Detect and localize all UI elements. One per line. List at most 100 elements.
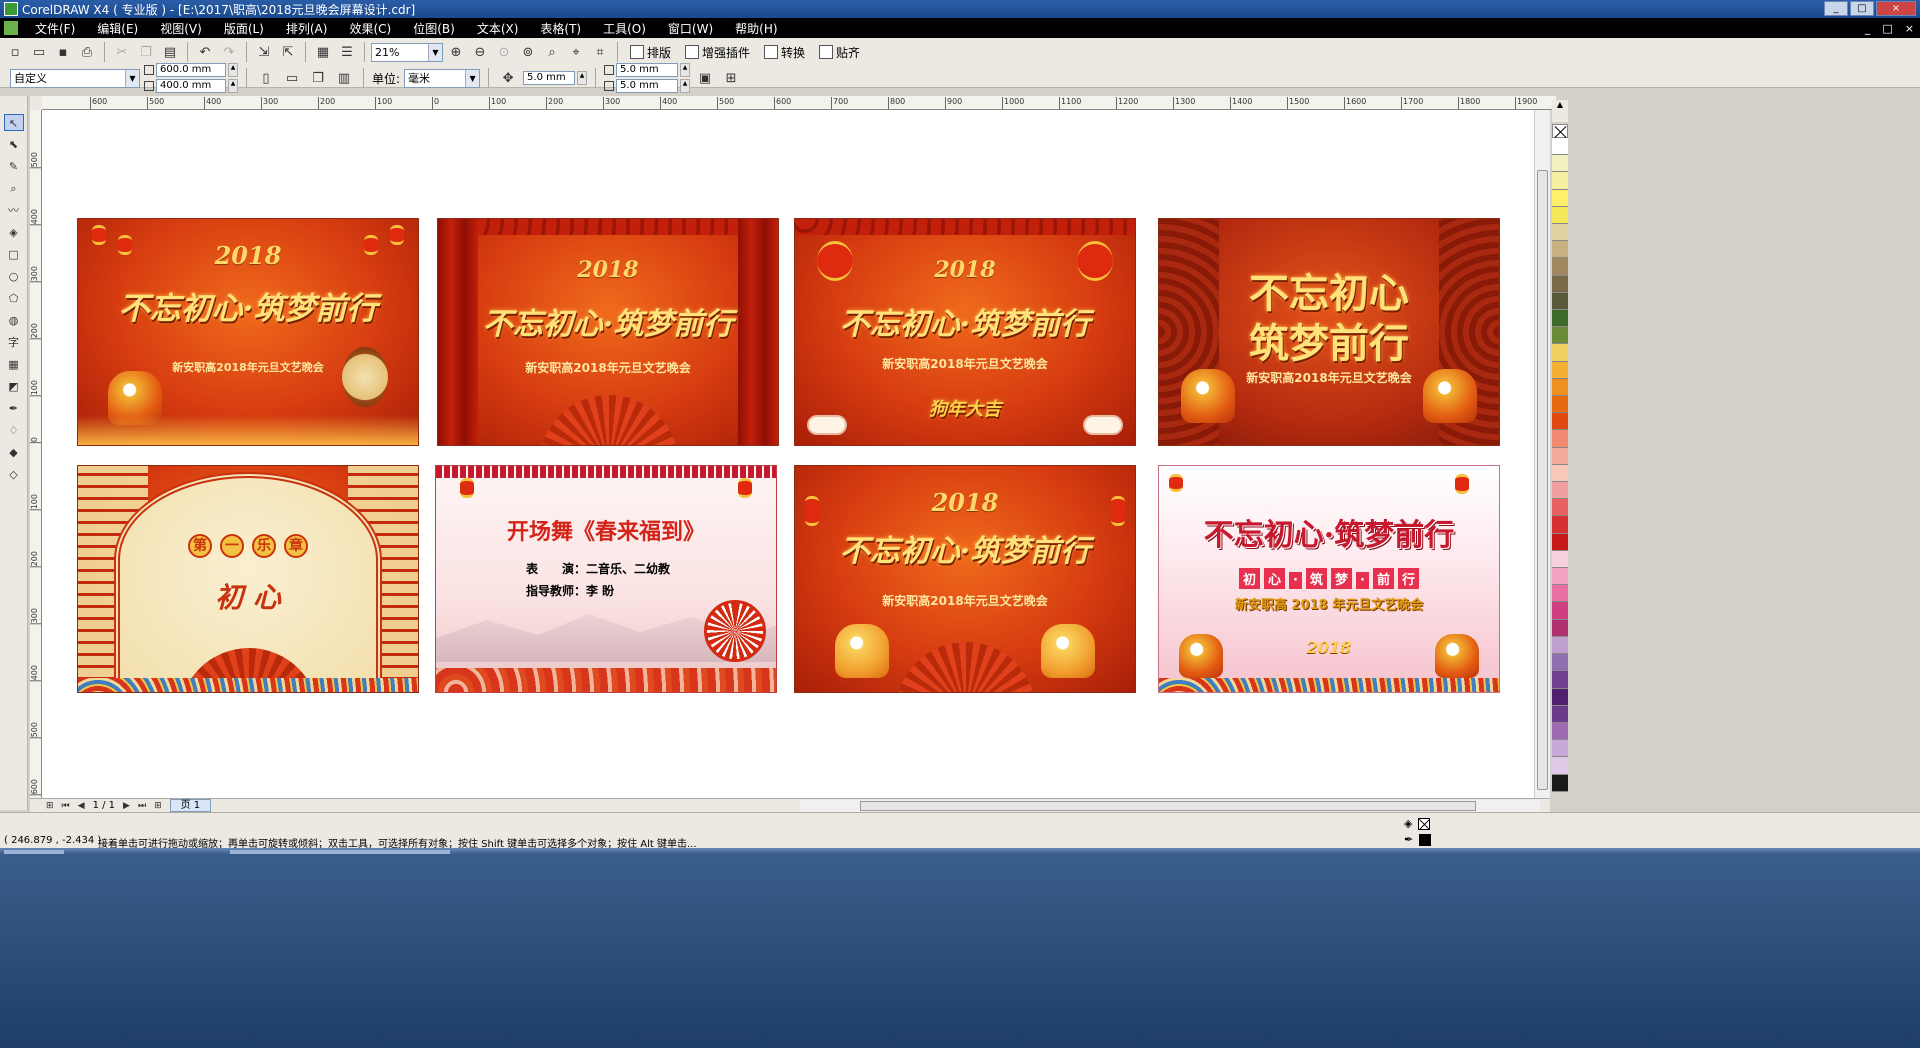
enhance-plugin-button[interactable]: 增强插件: [679, 44, 756, 61]
menu-arrange[interactable]: 排列(A): [275, 20, 339, 37]
doc-close-button[interactable]: ×: [1905, 22, 1914, 35]
minimize-button[interactable]: _: [1824, 1, 1848, 16]
slide-3[interactable]: 2018 不忘初心·筑梦前行 新安职高2018年元旦文艺晚会 狗年大吉: [794, 218, 1136, 446]
color-swatch[interactable]: [1552, 654, 1568, 672]
zoom-out-icon[interactable]: ⊖: [469, 41, 491, 63]
menu-view[interactable]: 视图(V): [149, 20, 213, 37]
color-swatch[interactable]: [1552, 464, 1568, 483]
paste-icon[interactable]: ▤: [159, 41, 181, 63]
horizontal-scrollbar[interactable]: [800, 800, 1540, 812]
color-swatch[interactable]: [1552, 671, 1568, 689]
unit-select[interactable]: 毫米 ▼: [404, 68, 481, 88]
fill-tool-icon[interactable]: ◆: [4, 444, 24, 461]
ruler-corner[interactable]: [30, 96, 42, 110]
add-page-icon[interactable]: ⊞: [46, 801, 54, 811]
color-swatch[interactable]: [1552, 533, 1568, 551]
zoom-height-icon[interactable]: ⌗: [589, 41, 611, 63]
slide-1[interactable]: 2018 不忘初心·筑梦前行 新安职高2018年元旦文艺晚会: [77, 218, 419, 446]
menu-window[interactable]: 窗口(W): [657, 20, 724, 37]
copy-icon[interactable]: ❐: [135, 41, 157, 63]
interactive-fill-icon[interactable]: ◇: [4, 466, 24, 483]
new-icon[interactable]: ▫: [4, 41, 26, 63]
print-icon[interactable]: ⎙: [76, 41, 98, 63]
horizontal-ruler[interactable]: 600 500 400 300 200 100 0 100 200 300 40…: [42, 96, 1556, 110]
color-swatch[interactable]: [1552, 224, 1568, 242]
zoom-page-icon[interactable]: ⌕: [541, 41, 563, 63]
color-swatch[interactable]: [1552, 430, 1568, 448]
dup-x-spinner[interactable]: ▲: [680, 63, 691, 77]
slide-8[interactable]: 不忘初心·筑梦前行 初心 · 筑梦 · 前行 新安职高 2018 年元旦文艺晚会 201…: [1158, 465, 1500, 693]
rectangle-tool-icon[interactable]: □: [4, 246, 24, 263]
save-icon[interactable]: ▪: [52, 41, 74, 63]
doc-minimize-button[interactable]: _: [1865, 22, 1871, 35]
zoom-all-icon[interactable]: ⊚: [517, 41, 539, 63]
color-swatch[interactable]: [1552, 378, 1568, 397]
page-tab[interactable]: 页 1: [169, 799, 212, 812]
color-swatch[interactable]: [1552, 774, 1568, 792]
no-color-swatch[interactable]: [1552, 124, 1568, 138]
vertical-ruler[interactable]: 500 400 300 200 100 0 100 200 300 400 50…: [30, 110, 42, 798]
convert-button[interactable]: 转换: [758, 44, 811, 61]
color-swatch[interactable]: [1552, 206, 1568, 225]
color-swatch[interactable]: [1552, 568, 1568, 586]
color-swatch[interactable]: [1552, 189, 1568, 207]
menu-help[interactable]: 帮助(H): [724, 20, 788, 37]
treat-as-filled-icon[interactable]: ▣: [694, 67, 716, 89]
shape-tool-icon[interactable]: ⬉: [4, 136, 24, 153]
color-swatch[interactable]: [1552, 310, 1568, 328]
menu-bitmaps[interactable]: 位图(B): [402, 20, 466, 37]
color-swatch[interactable]: [1552, 138, 1568, 156]
palette-scroll-up[interactable]: ▲: [1552, 100, 1568, 122]
color-swatch[interactable]: [1552, 585, 1568, 603]
menu-text[interactable]: 文本(X): [466, 20, 530, 37]
color-swatch[interactable]: [1552, 636, 1568, 655]
vertical-scroll-thumb[interactable]: [1537, 170, 1548, 790]
color-swatch[interactable]: [1552, 413, 1568, 431]
pick-tool-icon[interactable]: ↖: [3, 114, 24, 131]
page-height-field[interactable]: 400.0 mm: [156, 79, 226, 93]
ellipse-tool-icon[interactable]: ○: [4, 268, 24, 285]
smart-fill-icon[interactable]: ◈: [4, 224, 24, 241]
zoom-selected-icon[interactable]: ⊙: [493, 41, 515, 63]
add-page-after-icon[interactable]: ⊞: [154, 801, 162, 811]
maximize-button[interactable]: □: [1850, 1, 1874, 16]
basic-shapes-icon[interactable]: ◍: [4, 312, 24, 329]
zoom-select[interactable]: 21% ▼: [371, 42, 443, 62]
eyedropper-tool-icon[interactable]: ✒: [4, 400, 24, 417]
redo-icon[interactable]: ↷: [218, 41, 240, 63]
vertical-scrollbar[interactable]: [1534, 110, 1550, 798]
color-swatch[interactable]: [1552, 499, 1568, 517]
current-page-icon[interactable]: ▥: [333, 67, 355, 89]
menu-effects[interactable]: 效果(C): [338, 20, 402, 37]
undo-icon[interactable]: ↶: [194, 41, 216, 63]
duplicate-x-field[interactable]: 5.0 mm: [616, 63, 679, 77]
color-swatch[interactable]: [1552, 327, 1568, 345]
next-page-icon[interactable]: ▶: [123, 801, 130, 811]
zoom-width-icon[interactable]: ⌖: [565, 41, 587, 63]
import-icon[interactable]: ⇲: [253, 41, 275, 63]
drawing-canvas[interactable]: 2018 不忘初心·筑梦前行 新安职高2018年元旦文艺晚会 2018 不忘初心…: [42, 110, 1534, 798]
freehand-tool-icon[interactable]: 〰: [4, 202, 24, 219]
nudge-spinner[interactable]: ▲: [577, 71, 588, 85]
outline-black-swatch[interactable]: [1419, 833, 1432, 846]
fill-none-swatch[interactable]: [1418, 817, 1431, 830]
slide-4[interactable]: 不忘初心 筑梦前行 新安职高2018年元旦文艺晚会: [1158, 218, 1500, 446]
color-swatch[interactable]: [1552, 155, 1568, 173]
last-page-icon[interactable]: ⏭: [138, 801, 146, 811]
text-tool-icon[interactable]: 字: [4, 334, 24, 351]
landscape-icon[interactable]: ▭: [281, 67, 303, 89]
color-swatch[interactable]: [1552, 361, 1568, 379]
launcher-icon[interactable]: ▦: [312, 41, 334, 63]
zoom-in-icon[interactable]: ⊕: [445, 41, 467, 63]
menu-layout[interactable]: 版面(L): [213, 20, 275, 37]
menu-tools[interactable]: 工具(O): [592, 20, 657, 37]
width-spinner[interactable]: ▲: [228, 63, 238, 77]
slide-5[interactable]: 第一乐章 初 心: [77, 465, 419, 693]
color-swatch[interactable]: [1552, 396, 1568, 414]
slide-7[interactable]: 2018 不忘初心·筑梦前行 新安职高2018年元旦文艺晚会: [794, 465, 1136, 693]
color-swatch[interactable]: [1552, 344, 1568, 362]
welcome-icon[interactable]: ☰: [336, 41, 358, 63]
horizontal-scroll-thumb[interactable]: [860, 801, 1476, 811]
color-swatch[interactable]: [1552, 172, 1568, 190]
outline-tool-icon[interactable]: ♢: [4, 422, 24, 439]
